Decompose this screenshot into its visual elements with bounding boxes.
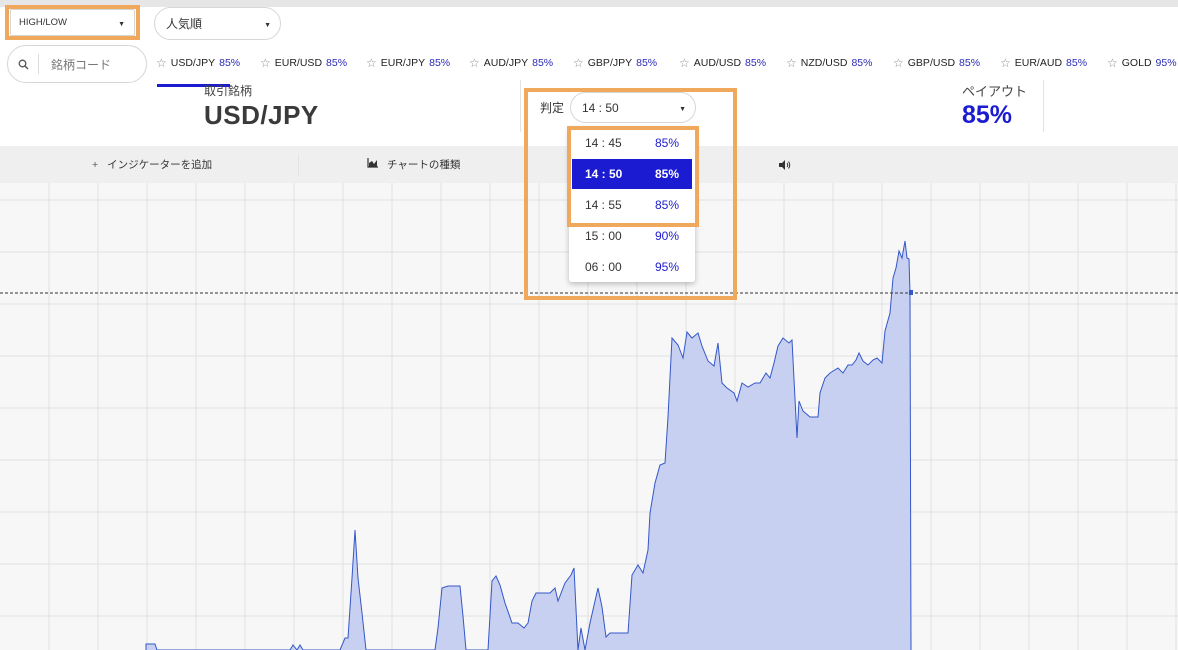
trade-type-value: HIGH/LOW [19, 17, 68, 28]
plus-icon: + [92, 158, 99, 171]
chart-type-button[interactable]: チャートの種類 [367, 146, 460, 183]
payout-value: 85% [962, 101, 1013, 129]
toolbar-divider [697, 154, 698, 176]
star-icon[interactable]: ☆ [786, 56, 797, 70]
ticker-item-audusd[interactable]: ☆ AUD/USD 85% [679, 56, 786, 70]
ticker-item-usdjpy[interactable]: ☆ USD/JPY 85% [156, 56, 260, 70]
sort-select[interactable]: 人気順 ▼ [154, 7, 281, 40]
expiry-option-1445[interactable]: 14 : 45 85% [572, 128, 692, 158]
star-icon[interactable]: ☆ [156, 56, 167, 70]
payout-label: ペイアウト [962, 84, 1028, 99]
expiry-option-0600[interactable]: 06 : 00 95% [572, 252, 692, 282]
ticker-item-euraud[interactable]: ☆ EUR/AUD 85% [1000, 56, 1107, 70]
star-icon[interactable]: ☆ [366, 56, 377, 70]
sort-value: 人気順 [166, 17, 203, 31]
expiry-selected-value: 14 : 50 [582, 100, 619, 115]
trade-type-select[interactable]: HIGH/LOW ▼ [10, 9, 135, 36]
area-chart-icon [367, 158, 378, 171]
current-price-marker [909, 290, 913, 295]
add-indicator-label: インジケーターを追加 [107, 159, 213, 171]
asset-label: 取引銘柄 [204, 84, 253, 98]
ticker-item-eurusd[interactable]: ☆ EUR/USD 85% [260, 56, 366, 70]
expiry-select[interactable]: 14 : 50 ▼ [570, 92, 696, 123]
asset-name: USD/JPY [204, 100, 319, 130]
star-icon[interactable]: ☆ [1000, 56, 1011, 70]
star-icon[interactable]: ☆ [573, 56, 584, 70]
caret-down-icon: ▼ [679, 105, 686, 113]
search-input[interactable]: 銘柄コード [51, 56, 111, 73]
add-indicator-button[interactable]: + インジケーターを追加 [92, 146, 212, 183]
speaker-icon[interactable] [779, 146, 791, 183]
ticker-item-gbpusd[interactable]: ☆ GBP/USD 85% [893, 56, 1000, 70]
star-icon[interactable]: ☆ [893, 56, 904, 70]
caret-down-icon: ▼ [118, 20, 125, 28]
toolbar-divider [298, 154, 299, 176]
top-strip [0, 0, 1178, 7]
expiry-option-1500[interactable]: 15 : 00 90% [572, 221, 692, 251]
symbol-ticker: ☆ USD/JPY 85% ☆ EUR/USD 85% ☆ EUR/JPY 85% ☆ AUD… [156, 56, 1177, 70]
search-divider [38, 54, 39, 74]
ticker-item-eurjpy[interactable]: ☆ EUR/JPY 85% [366, 56, 469, 70]
expiry-dropdown: 14 : 45 85% 14 : 50 85% 14 : 55 85% 15 : 00… [569, 127, 695, 282]
ticker-item-gbpjpy[interactable]: ☆ GBP/JPY 85% [573, 56, 679, 70]
search-icon [8, 59, 38, 70]
star-icon[interactable]: ☆ [469, 56, 480, 70]
symbol-search[interactable]: 銘柄コード [7, 45, 147, 83]
ticker-item-gold[interactable]: ☆ GOLD 95% [1107, 56, 1177, 70]
divider [1043, 80, 1044, 132]
ticker-item-nzdusd[interactable]: ☆ NZD/USD 85% [786, 56, 893, 70]
ticker-item-audjpy[interactable]: ☆ AUD/JPY 85% [469, 56, 573, 70]
expiry-label: 判定 [540, 101, 565, 115]
price-area [146, 241, 911, 650]
divider [520, 80, 521, 132]
caret-down-icon: ▼ [264, 21, 271, 29]
expiry-option-1455[interactable]: 14 : 55 85% [572, 190, 692, 220]
star-icon[interactable]: ☆ [1107, 56, 1118, 70]
star-icon[interactable]: ☆ [679, 56, 690, 70]
chart-type-label: チャートの種類 [387, 159, 461, 171]
expiry-option-1450[interactable]: 14 : 50 85% [572, 159, 692, 189]
star-icon[interactable]: ☆ [260, 56, 271, 70]
